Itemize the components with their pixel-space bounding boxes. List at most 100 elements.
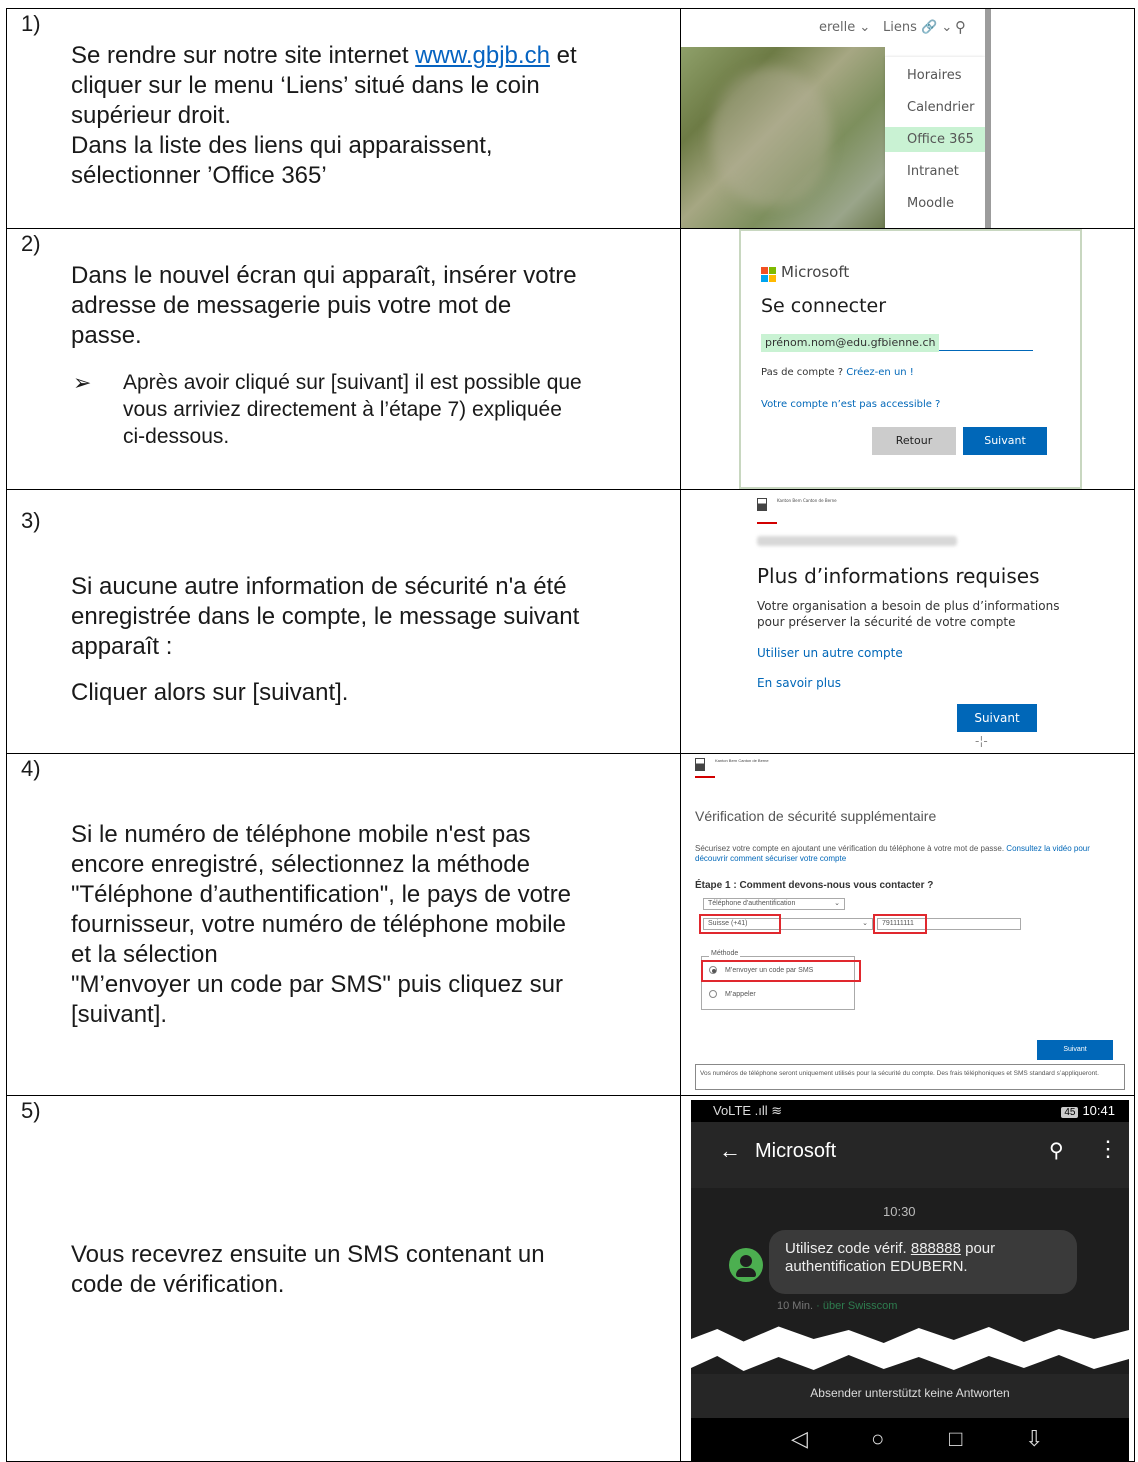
- step-2-bullet: ➢ Après avoir cliqué sur [suivant] il es…: [73, 369, 680, 459]
- step-2-text: Dans le nouvel écran qui apparaît, insér…: [71, 261, 577, 351]
- nav-home-icon[interactable]: ○: [871, 1426, 884, 1452]
- more-options-icon[interactable]: ⋮: [1097, 1136, 1119, 1162]
- text-line: et la sélection: [71, 941, 218, 968]
- step-number: 5): [21, 1098, 41, 1123]
- text-line: apparaît :: [71, 633, 173, 660]
- battery-icon: 45: [1061, 1107, 1079, 1118]
- other-account-link[interactable]: Utiliser un autre compte: [757, 646, 903, 660]
- search-icon[interactable]: ⚲: [955, 18, 966, 36]
- step-row-4: 4) Si le numéro de téléphone mobile n'es…: [6, 753, 1135, 1096]
- nav-notifications-icon[interactable]: ⇩: [1025, 1426, 1043, 1452]
- step-number: 2): [21, 231, 41, 256]
- text-line: [suivant].: [71, 1001, 168, 1028]
- security-verification-screenshot: Kanton Bern Canton de Berne Vérification…: [681, 754, 1131, 1095]
- step-row-1: 1) Se rendre sur notre site internet www…: [6, 8, 1135, 229]
- text-line: cliquer sur le menu ‘Liens’ situé dans l…: [71, 72, 540, 99]
- text-line: Cliquer alors sur [suivant].: [71, 679, 349, 706]
- text-line: Après avoir cliqué sur [suivant] il est …: [123, 371, 582, 394]
- step-row-3: 3) Si aucune autre information de sécuri…: [6, 489, 1135, 754]
- step-5-screenshot-cell: VoLTE .ıll ≋ 45 10:41 ← Microsoft ⚲ ⋮ 10:…: [680, 1095, 1135, 1462]
- search-icon[interactable]: ⚲: [1049, 1138, 1064, 1163]
- microsoft-logo-icon: [761, 267, 777, 283]
- android-nav-bar: ◁ ○ □ ⇩: [691, 1418, 1129, 1461]
- step-3-text-cell: 3) Si aucune autre information de sécuri…: [6, 489, 681, 754]
- phone-highlight: [873, 914, 927, 934]
- step-number: 4): [21, 756, 41, 781]
- bern-shield-icon: [695, 758, 705, 771]
- text-line: passe.: [71, 322, 142, 349]
- nav-item[interactable]: erelle ⌄: [819, 20, 870, 35]
- text-line: "M’envoyer un code par SMS" puis cliquez…: [71, 971, 563, 998]
- next-button[interactable]: Suivant: [1037, 1040, 1113, 1060]
- text-line: ci-dessous.: [123, 425, 230, 448]
- cursor-icon: -¦-: [975, 734, 988, 748]
- verification-intro: Sécurisez votre compte en ajoutant une v…: [695, 844, 1090, 863]
- text-line: supérieur droit.: [71, 102, 232, 129]
- learn-more-link[interactable]: En savoir plus: [757, 676, 841, 690]
- instructions-table: 1) Se rendre sur notre site internet www…: [6, 8, 1135, 1462]
- radio-icon: [709, 990, 717, 998]
- phone-usage-note: Vos numéros de téléphone seront uniqueme…: [695, 1064, 1125, 1090]
- phone-status-bar: VoLTE .ıll ≋ 45 10:41: [691, 1100, 1129, 1122]
- back-button[interactable]: Retour: [872, 427, 956, 455]
- method-select[interactable]: Téléphone d'authentification ⌄: [703, 898, 845, 910]
- menu-item-calendrier[interactable]: Calendrier: [885, 95, 985, 120]
- step-2-screenshot-cell: Microsoft Se connecter prénom.nom@edu.gf…: [680, 228, 1135, 490]
- reply-area: Absender unterstützt keine Antworten ◁ ○…: [691, 1374, 1129, 1461]
- next-button[interactable]: Suivant: [963, 427, 1047, 455]
- create-account-link[interactable]: Créez-en un !: [846, 367, 914, 378]
- step-5-text: Vous recevrez ensuite un SMS contenant u…: [71, 1240, 545, 1300]
- step-4-text-cell: 4) Si le numéro de téléphone mobile n'es…: [6, 753, 681, 1096]
- step-number: 3): [21, 508, 41, 533]
- bern-shield-icon: [757, 498, 767, 511]
- nav-back-icon[interactable]: ◁: [791, 1426, 808, 1452]
- menu-item-moodle[interactable]: Moodle: [885, 191, 985, 216]
- liens-menu[interactable]: Liens 🔗 ⌄: [883, 20, 952, 35]
- more-info-body: Votre organisation a besoin de plus d’in…: [757, 599, 1060, 629]
- microsoft-signin-screenshot: Microsoft Se connecter prénom.nom@edu.gf…: [739, 229, 1082, 489]
- menu-item-horaires[interactable]: Horaires: [885, 63, 985, 88]
- country-highlight: [699, 914, 781, 934]
- torn-edge: [691, 1326, 1129, 1371]
- blurred-email: [757, 536, 957, 546]
- back-arrow-icon[interactable]: ←: [719, 1138, 741, 1164]
- text-line: encore enregistré, sélectionnez la métho…: [71, 851, 530, 878]
- text-line: code de vérification.: [71, 1271, 285, 1298]
- liens-dropdown: Horaires Calendrier Office 365 Intranet …: [885, 57, 985, 228]
- text-line: Dans la liste des liens qui apparaissent…: [71, 132, 493, 159]
- site-top-bar: erelle ⌄ Liens 🔗 ⌄ ⚲: [681, 9, 1015, 47]
- step-1-text: Se rendre sur notre site internet www.gb…: [71, 41, 577, 191]
- chevron-down-icon: ⌄: [834, 900, 840, 907]
- text-line: "Téléphone d’authentification", le pays …: [71, 881, 572, 908]
- nav-recents-icon[interactable]: □: [949, 1426, 962, 1452]
- verification-code[interactable]: 888888: [911, 1240, 961, 1257]
- step-4-text: Si le numéro de téléphone mobile n'est p…: [71, 820, 571, 1030]
- canton-name: Kanton Bern Canton de Berne: [715, 758, 769, 763]
- menu-item-intranet[interactable]: Intranet: [885, 159, 985, 184]
- text-line: fournisseur, votre numéro de téléphone m…: [71, 911, 566, 938]
- next-button[interactable]: Suivant: [957, 704, 1037, 732]
- step-row-2: 2) Dans le nouvel écran qui apparaît, in…: [6, 228, 1135, 490]
- menu-item-office365[interactable]: Office 365: [885, 127, 985, 152]
- step-1-screenshot-cell: erelle ⌄ Liens 🔗 ⌄ ⚲ Horaires Calendrier…: [680, 8, 1135, 229]
- gbjb-link[interactable]: www.gbjb.ch: [415, 42, 550, 69]
- message-meta: 10 Min. · über Swisscom: [777, 1300, 898, 1312]
- avatar: [729, 1248, 763, 1282]
- text-line: enregistrée dans le compte, le message s…: [71, 603, 580, 630]
- red-rule: [695, 776, 715, 778]
- background-photo: [681, 47, 885, 228]
- scrollbar: [985, 9, 991, 228]
- step-1-text-cell: 1) Se rendre sur notre site internet www…: [6, 8, 681, 229]
- account-inaccessible-link[interactable]: Votre compte n’est pas accessible ?: [761, 399, 940, 410]
- email-value: prénom.nom@edu.gfbienne.ch: [761, 334, 940, 352]
- message-timestamp: 10:30: [883, 1204, 916, 1219]
- text-line: sélectionner ’Office 365’: [71, 162, 327, 189]
- no-reply-notice: Absender unterstützt keine Antworten: [810, 1386, 1010, 1400]
- app-bar: ← Microsoft ⚲ ⋮: [691, 1122, 1129, 1188]
- email-field[interactable]: prénom.nom@edu.gfbienne.ch: [761, 331, 1033, 352]
- call-option[interactable]: M’appeler: [709, 990, 756, 998]
- sms-screenshot: VoLTE .ıll ≋ 45 10:41 ← Microsoft ⚲ ⋮ 10:…: [691, 1100, 1129, 1461]
- signin-title: Se connecter: [761, 295, 887, 317]
- contact-name: Microsoft: [755, 1140, 837, 1162]
- text-line: adresse de messagerie puis votre mot de: [71, 292, 512, 319]
